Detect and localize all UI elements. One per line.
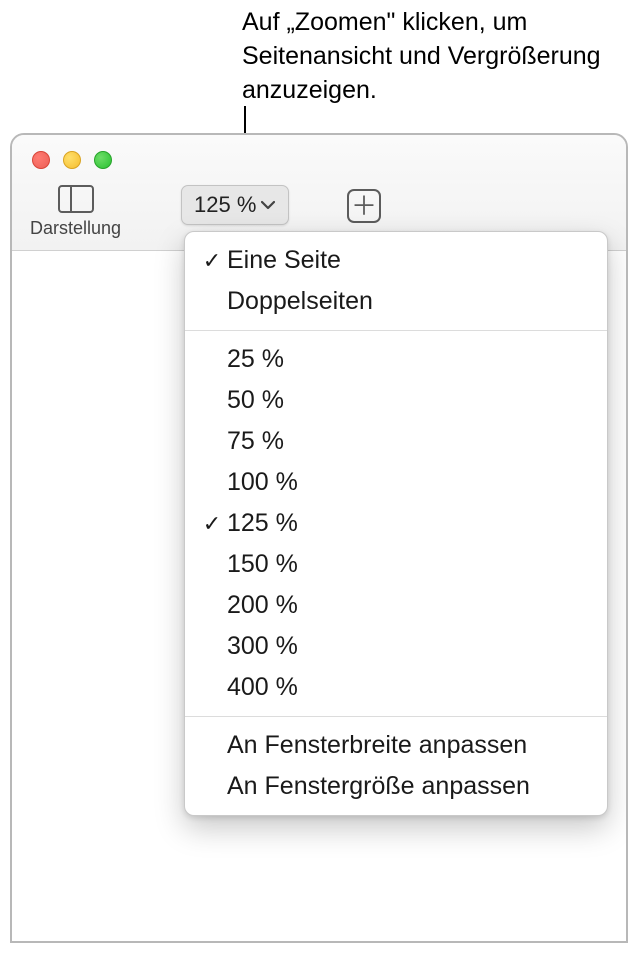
menu-item-label: 150 % xyxy=(227,550,587,579)
menu-item[interactable]: 300 % xyxy=(185,626,607,667)
menu-item-label: An Fenstergröße anpassen xyxy=(227,772,587,801)
menu-item-label: An Fensterbreite anpassen xyxy=(227,731,587,760)
zoom-dropdown-button[interactable]: 125 % xyxy=(181,185,289,225)
zoom-value: 125 % xyxy=(194,192,256,218)
menu-item-label: 125 % xyxy=(227,509,587,538)
menu-item[interactable]: An Fensterbreite anpassen xyxy=(185,725,607,766)
menu-separator xyxy=(185,330,607,331)
menu-item-label: Doppelseiten xyxy=(227,287,587,316)
menu-item[interactable]: 400 % xyxy=(185,667,607,708)
menu-item[interactable]: ✓Eine Seite xyxy=(185,240,607,281)
menu-item[interactable]: 100 % xyxy=(185,462,607,503)
minimize-window-button[interactable] xyxy=(63,151,81,169)
menu-separator xyxy=(185,716,607,717)
close-window-button[interactable] xyxy=(32,151,50,169)
add-button[interactable]: ＋ xyxy=(347,189,381,223)
view-label: Darstellung xyxy=(30,218,121,239)
menu-item[interactable]: 150 % xyxy=(185,544,607,585)
view-tool[interactable]: Darstellung xyxy=(30,185,121,239)
menu-item[interactable]: ✓125 % xyxy=(185,503,607,544)
zoom-dropdown-menu: ✓Eine SeiteDoppelseiten25 %50 %75 %100 %… xyxy=(184,231,608,816)
zoom-window-button[interactable] xyxy=(94,151,112,169)
app-window: Darstellung 125 % ＋ ✓Eine SeiteDoppelsei… xyxy=(10,133,628,943)
menu-item-label: 75 % xyxy=(227,427,587,456)
menu-item[interactable]: Doppelseiten xyxy=(185,281,607,322)
view-icon xyxy=(58,185,94,213)
menu-item-label: 25 % xyxy=(227,345,587,374)
plus-icon: ＋ xyxy=(347,189,381,223)
window-controls xyxy=(32,151,112,169)
checkmark-icon: ✓ xyxy=(197,511,227,537)
menu-item-label: 300 % xyxy=(227,632,587,661)
menu-item-label: 400 % xyxy=(227,673,587,702)
checkmark-icon: ✓ xyxy=(197,248,227,274)
menu-item[interactable]: 25 % xyxy=(185,339,607,380)
menu-item-label: 50 % xyxy=(227,386,587,415)
chevron-down-icon xyxy=(260,200,276,210)
menu-item[interactable]: 75 % xyxy=(185,421,607,462)
callout-text: Auf „Zoomen" klicken, um Seitenansicht u… xyxy=(242,6,602,107)
menu-item[interactable]: An Fenstergröße anpassen xyxy=(185,766,607,807)
menu-item-label: 200 % xyxy=(227,591,587,620)
menu-item-label: Eine Seite xyxy=(227,246,587,275)
menu-item[interactable]: 50 % xyxy=(185,380,607,421)
menu-item-label: 100 % xyxy=(227,468,587,497)
menu-item[interactable]: 200 % xyxy=(185,585,607,626)
